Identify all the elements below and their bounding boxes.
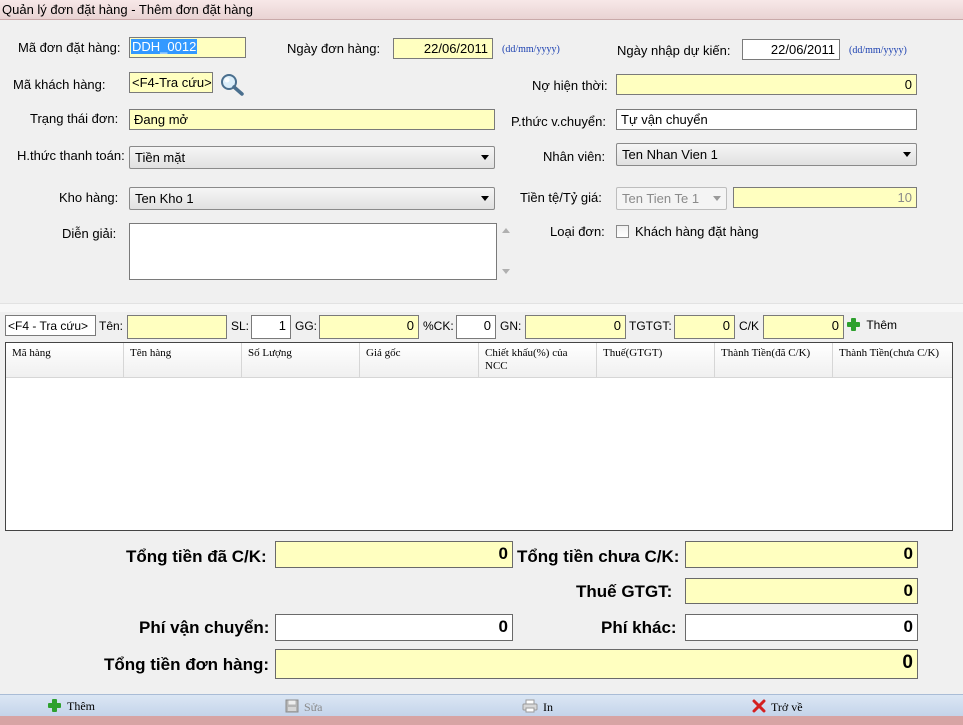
grid-header-qty[interactable]: Số Lượng bbox=[242, 343, 360, 378]
save-icon bbox=[285, 699, 299, 713]
payment-method-label: H.thức thanh toán: bbox=[17, 148, 125, 163]
item-cashk-field[interactable]: 0 bbox=[763, 315, 844, 339]
order-type-checkbox-label: Khách hàng đặt hàng bbox=[635, 224, 759, 239]
expected-date-hint: (dd/mm/yyyy) bbox=[849, 45, 907, 56]
other-fee-field[interactable]: 0 bbox=[685, 614, 918, 641]
window-bottom-border bbox=[0, 716, 963, 725]
back-button-label: Trở về bbox=[771, 700, 803, 714]
order-total-label: Tổng tiền đơn hàng: bbox=[104, 655, 270, 674]
item-name-field[interactable] bbox=[127, 315, 227, 339]
order-type-checkbox[interactable] bbox=[616, 225, 629, 238]
chevron-down-icon bbox=[903, 152, 911, 157]
shipping-fee-label: Phí vận chuyển: bbox=[139, 618, 270, 637]
shipping-fee-field[interactable]: 0 bbox=[275, 614, 513, 641]
window-title: Quản lý đơn đặt hàng - Thêm đơn đặt hàng bbox=[2, 2, 253, 17]
employee-select[interactable]: Ten Nhan Vien 1 bbox=[616, 143, 917, 166]
other-fee-label: Phí khác: bbox=[601, 618, 677, 637]
item-tgtgt-field[interactable]: 0 bbox=[674, 315, 735, 339]
section-divider bbox=[0, 303, 963, 312]
chevron-down-icon bbox=[481, 155, 489, 160]
description-label: Diễn giải: bbox=[62, 226, 117, 241]
currency-label: Tiền tệ/Tỷ giá: bbox=[520, 190, 602, 205]
chevron-down-icon bbox=[481, 196, 489, 201]
item-ck-field[interactable]: 0 bbox=[456, 315, 496, 339]
printer-icon bbox=[522, 699, 538, 713]
total-undiscounted-field[interactable]: 0 bbox=[685, 541, 918, 568]
customer-code-label: Mã khách hàng: bbox=[13, 77, 106, 92]
warehouse-label: Kho hàng: bbox=[59, 190, 119, 205]
add-button[interactable]: Thêm bbox=[48, 699, 95, 714]
current-debt-label: Nợ hiện thời: bbox=[532, 78, 608, 93]
item-gg-field[interactable]: 0 bbox=[319, 315, 419, 339]
status-field[interactable]: Đang mở bbox=[129, 109, 495, 130]
payment-method-select[interactable]: Tiền mặt bbox=[129, 146, 495, 169]
vat-label: Thuế GTGT: bbox=[576, 582, 673, 601]
currency-value: Ten Tien Te 1 bbox=[622, 191, 700, 206]
status-label: Trạng thái đơn: bbox=[30, 111, 119, 126]
chevron-down-icon bbox=[713, 196, 721, 201]
add-item-label: Thêm bbox=[866, 318, 898, 332]
print-button[interactable]: In bbox=[522, 699, 553, 715]
add-item-button[interactable]: Thêm bbox=[847, 318, 897, 332]
exchange-rate-field[interactable]: 10 bbox=[733, 187, 917, 208]
edit-button-label: Sửa bbox=[304, 700, 323, 714]
plus-icon bbox=[847, 318, 860, 331]
warehouse-value: Ten Kho 1 bbox=[135, 191, 194, 206]
item-qty-field[interactable]: 1 bbox=[251, 315, 291, 339]
grid-header-discount[interactable]: Chiết khấu(%) của NCC bbox=[479, 343, 597, 378]
shipping-method-label: P.thức v.chuyển: bbox=[511, 114, 606, 129]
order-code-value: DDH_0012 bbox=[131, 39, 198, 54]
order-items-grid[interactable]: Mã hàng Tên hàng Số Lượng Giá gốc Chiết … bbox=[5, 342, 953, 531]
employee-label: Nhân viên: bbox=[543, 149, 606, 164]
print-button-label: In bbox=[543, 700, 553, 714]
employee-value: Ten Nhan Vien 1 bbox=[622, 147, 718, 162]
order-code-field[interactable]: DDH_0012 bbox=[129, 37, 246, 58]
total-discounted-label: Tổng tiền đã C/K: bbox=[126, 547, 267, 566]
grid-header-total-undiscounted[interactable]: Thành Tiền(chưa C/K) bbox=[833, 343, 952, 378]
warehouse-select[interactable]: Ten Kho 1 bbox=[129, 187, 495, 210]
item-qty-label: SL: bbox=[231, 319, 250, 333]
total-discounted-field[interactable]: 0 bbox=[275, 541, 513, 568]
description-scrollbar[interactable] bbox=[500, 224, 512, 280]
grid-header-price[interactable]: Giá gốc bbox=[360, 343, 479, 378]
grid-header-vat[interactable]: Thuế(GTGT) bbox=[597, 343, 715, 378]
shipping-method-field[interactable]: Tự vận chuyển bbox=[616, 109, 917, 130]
currency-select[interactable]: Ten Tien Te 1 bbox=[616, 187, 727, 210]
item-gn-label: GN: bbox=[500, 319, 522, 333]
item-name-label: Tên: bbox=[99, 319, 124, 333]
current-debt-field[interactable]: 0 bbox=[616, 74, 917, 95]
order-date-label: Ngày đơn hàng: bbox=[287, 41, 381, 56]
bottom-toolbar: Thêm Sửa In Trở về bbox=[0, 694, 963, 716]
order-total-field[interactable]: 0 bbox=[275, 649, 918, 679]
search-icon[interactable] bbox=[218, 71, 246, 97]
item-gn-field[interactable]: 0 bbox=[525, 315, 626, 339]
item-gg-label: GG: bbox=[295, 319, 318, 333]
item-tgtgt-label: TGTGT: bbox=[629, 319, 672, 333]
grid-header-total-discounted[interactable]: Thành Tiền(đã C/K) bbox=[715, 343, 833, 378]
plus-icon bbox=[48, 699, 61, 712]
edit-button[interactable]: Sửa bbox=[285, 699, 323, 715]
back-button[interactable]: Trở về bbox=[752, 699, 803, 715]
add-button-label: Thêm bbox=[67, 699, 95, 713]
customer-code-field[interactable]: <F4-Tra cứu> bbox=[129, 72, 213, 93]
description-textarea[interactable] bbox=[129, 223, 497, 280]
grid-header-name[interactable]: Tên hàng bbox=[124, 343, 242, 378]
close-icon bbox=[752, 699, 766, 713]
vat-field[interactable]: 0 bbox=[685, 578, 918, 604]
order-date-field[interactable]: 22/06/2011 bbox=[393, 38, 493, 59]
item-lookup-field[interactable]: <F4 - Tra cứu> bbox=[5, 315, 96, 336]
order-date-hint: (dd/mm/yyyy) bbox=[502, 44, 560, 55]
order-code-label: Mã đơn đặt hàng: bbox=[18, 40, 121, 55]
item-cashk-label: C/K bbox=[739, 319, 760, 333]
expected-date-label: Ngày nhập dự kiến: bbox=[617, 43, 731, 58]
item-ck-label: %CK: bbox=[423, 319, 454, 333]
payment-method-value: Tiền mặt bbox=[135, 150, 186, 165]
grid-header-code[interactable]: Mã hàng bbox=[6, 343, 124, 378]
total-undiscounted-label: Tổng tiền chưa C/K: bbox=[517, 547, 680, 566]
title-bar: Quản lý đơn đặt hàng - Thêm đơn đặt hàng bbox=[0, 0, 963, 20]
expected-date-field[interactable]: 22/06/2011 bbox=[742, 39, 840, 60]
order-type-label: Loại đơn: bbox=[550, 224, 605, 239]
